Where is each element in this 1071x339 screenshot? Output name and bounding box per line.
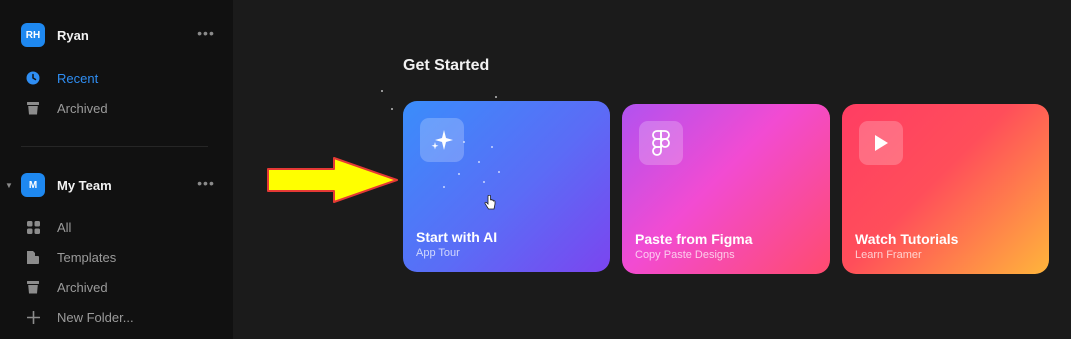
card-title: Paste from Figma <box>635 231 753 247</box>
sidebar-item-label: New Folder... <box>57 309 134 325</box>
user-avatar[interactable]: RH <box>21 23 45 47</box>
section-title: Get Started <box>403 57 490 74</box>
card-title: Start with AI <box>416 229 498 245</box>
card-subtitle: App Tour <box>416 247 460 259</box>
play-icon <box>859 121 903 165</box>
plus-icon <box>26 310 40 324</box>
sparkle-dot <box>381 90 383 92</box>
sparkle-dot <box>491 146 493 148</box>
sparkle-dot <box>495 96 497 98</box>
sparkle-dot <box>498 171 500 173</box>
sidebar-item-templates[interactable]: Templates <box>26 248 116 266</box>
trash-icon <box>26 101 40 115</box>
sidebar-divider <box>21 146 208 147</box>
sidebar-item-label: Archived <box>57 100 108 116</box>
card-title: Watch Tutorials <box>855 231 959 247</box>
user-profile-row[interactable]: RH Ryan ••• <box>21 23 216 47</box>
user-name: Ryan <box>57 27 89 43</box>
sidebar-item-all[interactable]: All <box>26 218 71 236</box>
card-subtitle: Copy Paste Designs <box>635 249 735 261</box>
sparkle-dot <box>443 186 445 188</box>
paste-from-figma-card[interactable]: Paste from Figma Copy Paste Designs <box>622 104 830 274</box>
card-subtitle: Learn Framer <box>855 249 922 261</box>
annotation-arrow-icon <box>267 157 398 203</box>
sidebar-item-recent[interactable]: Recent <box>26 69 98 87</box>
user-more-button[interactable]: ••• <box>196 26 216 43</box>
figma-icon <box>639 121 683 165</box>
team-row[interactable]: M My Team ••• <box>21 173 216 197</box>
team-more-button[interactable]: ••• <box>196 176 216 193</box>
team-avatar[interactable]: M <box>21 173 45 197</box>
grid-icon <box>26 220 40 234</box>
sparkle-dot <box>463 141 465 143</box>
sidebar-item-label: Templates <box>57 249 117 265</box>
sidebar-item-label: All <box>57 219 72 235</box>
sparkle-dot <box>458 173 460 175</box>
start-with-ai-card[interactable]: Start with AI App Tour <box>403 101 610 272</box>
team-name: My Team <box>57 177 112 193</box>
sidebar-item-archived[interactable]: Archived <box>26 99 108 117</box>
sidebar-item-label: Recent <box>57 70 99 86</box>
team-collapse-icon[interactable]: ▼ <box>5 181 13 190</box>
hand-cursor-icon <box>484 195 496 210</box>
sparkle-dot <box>483 181 485 183</box>
sidebar-item-new-folder[interactable]: New Folder... <box>26 308 134 326</box>
sparkle-dot <box>478 161 480 163</box>
sparkle-icon <box>420 118 464 162</box>
clock-icon <box>26 71 40 85</box>
sidebar-item-label: Archived <box>57 279 108 295</box>
app-window: RH Ryan ••• Recent Archived ▼ M My Team … <box>0 0 1071 339</box>
templates-icon <box>26 250 40 264</box>
sidebar-item-team-archived[interactable]: Archived <box>26 278 108 296</box>
sidebar: RH Ryan ••• Recent Archived ▼ M My Team … <box>0 0 233 339</box>
sparkle-dot <box>391 108 393 110</box>
watch-tutorials-card[interactable]: Watch Tutorials Learn Framer <box>842 104 1049 274</box>
trash-icon <box>26 280 40 294</box>
